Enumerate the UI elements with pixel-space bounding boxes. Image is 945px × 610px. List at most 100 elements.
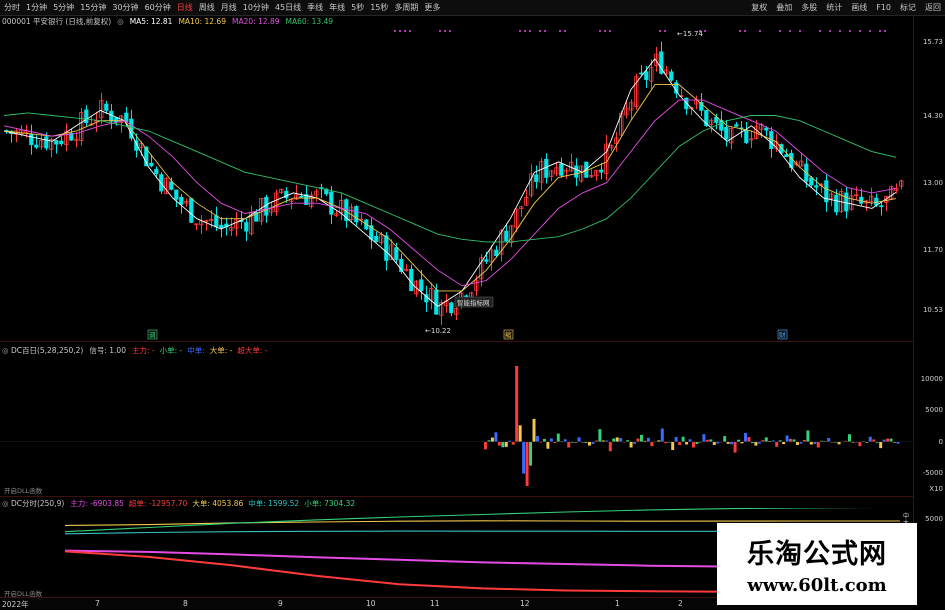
period-tab-12[interactable]: 年线 — [329, 2, 345, 13]
period-tab-7[interactable]: 周线 — [199, 2, 215, 13]
indicator1-bar — [497, 441, 501, 446]
indicator1-bar — [522, 441, 526, 474]
period-tab-11[interactable]: 季线 — [307, 2, 323, 13]
candle-body — [559, 163, 564, 176]
period-tab-0[interactable]: 分时 — [4, 2, 20, 13]
candle-body — [34, 144, 39, 148]
indicator1-bar — [816, 441, 820, 448]
tool-button-6[interactable]: 标记 — [900, 2, 916, 13]
indicator1-bar — [650, 441, 654, 447]
period-tab-5[interactable]: 60分钟 — [145, 2, 171, 13]
indicator1-bar — [629, 441, 633, 448]
indicator1-info: ◎ DC百日(5,28,250,2) 信号: 1.00 主力: - 小单: - 中单… — [2, 345, 268, 356]
period-tab-2[interactable]: 5分钟 — [53, 2, 74, 13]
indicator1-bar — [501, 441, 505, 448]
indicator1-bar — [688, 439, 692, 442]
ma-line-ma60 — [3, 112, 897, 243]
period-tab-1[interactable]: 1分钟 — [26, 2, 47, 13]
indicator1-bar — [612, 438, 616, 442]
period-tab-14[interactable]: 15秒 — [370, 2, 388, 13]
tooltip-label: 智能指标网 — [457, 298, 490, 307]
watermark-logo: 乐淘公式网 www.60lt.com — [717, 523, 917, 605]
tool-button-5[interactable]: F10 — [876, 3, 891, 12]
indicator1-bar — [702, 434, 706, 442]
candle-body — [574, 165, 579, 178]
tool-button-1[interactable]: 叠加 — [776, 2, 792, 13]
indicator1-bar — [563, 439, 567, 442]
indicator1-bar — [695, 441, 699, 444]
tool-button-0[interactable]: 复权 — [751, 2, 767, 13]
indicator1-legend-item-0: 主力: - — [131, 346, 155, 355]
period-tab-4[interactable]: 30分钟 — [112, 2, 138, 13]
indicator1-bar — [490, 437, 494, 442]
indicator1-bar — [646, 437, 650, 442]
date-tick-2: 8 — [183, 599, 188, 608]
indicator1-bar — [872, 439, 876, 442]
indicator1-bar — [754, 441, 758, 446]
indicator1-bar — [792, 439, 796, 442]
period-tab-6[interactable]: 日线 — [177, 2, 193, 13]
indicator1-bar — [712, 441, 716, 445]
candle-body — [29, 133, 34, 146]
indicator2-tick-0: 5000 — [925, 515, 943, 523]
indicator1-bar — [827, 438, 831, 442]
signal-dot — [564, 30, 566, 32]
signal-dot — [409, 30, 411, 32]
indicator1-title[interactable]: ◎ DC百日(5,28,250,2) — [2, 345, 83, 356]
signal-dot — [449, 30, 451, 32]
candle-body — [449, 302, 454, 314]
candle-body — [764, 127, 769, 131]
date-tick-3: 9 — [278, 599, 283, 608]
indicator1-bar — [484, 441, 487, 450]
price-tick-4: 10.53 — [922, 305, 943, 314]
candle-body — [214, 215, 219, 228]
candle-body — [179, 196, 184, 205]
indicator1-legend-item-3: 大单: - — [209, 346, 233, 355]
tool-button-4[interactable]: 画线 — [851, 2, 867, 13]
indicator1-bar — [542, 438, 546, 442]
candle-body — [169, 181, 174, 190]
period-tab-10[interactable]: 45日线 — [275, 2, 301, 13]
main-chart-info: 000001 平安银行 (日线,前复权) ◎ MA5: 12.81 MA10: … — [2, 16, 333, 27]
candlestick-chart[interactable]: ←15.74 ←10.22 智能指标网调 缩 财 — [0, 27, 913, 340]
indicator1-bar — [681, 436, 685, 442]
price-tick-3: 11.70 — [922, 245, 943, 254]
candle-body — [149, 162, 154, 167]
low-price-label: ←10.22 — [425, 327, 451, 335]
indicator1-bar — [879, 441, 883, 449]
indicator1-bar — [511, 441, 515, 445]
tool-button-3[interactable]: 统计 — [826, 2, 842, 13]
candle-body — [59, 140, 64, 145]
period-tab-8[interactable]: 月线 — [221, 2, 237, 13]
indicator1-bar — [671, 441, 675, 450]
candle-body — [784, 154, 789, 158]
tool-button-7[interactable]: 返回 — [925, 2, 941, 13]
indicator1-legend-item-1: 小单: - — [159, 346, 183, 355]
indicator1-chart[interactable] — [0, 356, 913, 496]
indicator1-bar — [549, 438, 553, 442]
period-tab-16[interactable]: 更多 — [424, 2, 440, 13]
ma5-value: MA5: 12.81 — [129, 17, 173, 26]
indicator1-signal: 信号: 1.00 — [89, 346, 126, 355]
period-tab-13[interactable]: 5秒 — [351, 2, 364, 13]
signal-dot — [444, 30, 446, 32]
indicator1-bar — [546, 441, 550, 449]
period-tab-3[interactable]: 15分钟 — [80, 2, 106, 13]
indicator1-bar — [678, 441, 682, 445]
candle-body — [744, 129, 749, 143]
date-tick-1: 7 — [95, 599, 100, 608]
candle-body — [244, 222, 249, 232]
settings-icon[interactable]: ◎ — [117, 17, 124, 26]
high-price-label: ←15.74 — [677, 30, 703, 38]
tool-button-2[interactable]: 多股 — [801, 2, 817, 13]
signal-dot — [519, 30, 521, 32]
candle-body — [84, 109, 89, 124]
indicator1-bar — [615, 437, 619, 442]
period-tab-15[interactable]: 多周期 — [394, 2, 418, 13]
period-tab-9[interactable]: 10分钟 — [243, 2, 269, 13]
signal-dot — [559, 30, 561, 32]
stock-code-name[interactable]: 000001 平安银行 (日线,前复权) — [2, 16, 111, 27]
date-tick-4: 10 — [366, 599, 376, 608]
indicator1-bar — [837, 441, 841, 445]
signal-dot — [524, 30, 526, 32]
